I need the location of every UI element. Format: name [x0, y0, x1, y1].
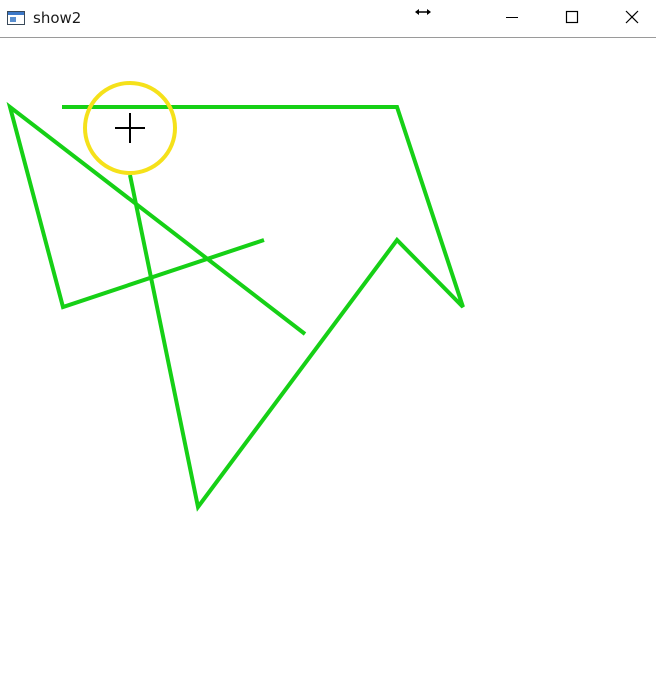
maximize-button[interactable]: [548, 0, 596, 37]
close-icon: [625, 9, 639, 28]
close-button[interactable]: [608, 0, 656, 37]
crosshair-cursor-icon: [115, 113, 145, 143]
title-bar[interactable]: show2: [0, 0, 656, 38]
minimize-icon: [505, 9, 519, 28]
drawing-canvas[interactable]: [0, 38, 656, 698]
drawing-surface[interactable]: [0, 38, 656, 698]
green-polyline: [62, 105, 465, 512]
window-app-icon[interactable]: [7, 10, 25, 25]
minimize-button[interactable]: [488, 0, 536, 37]
maximize-icon: [565, 9, 579, 28]
horizontal-resize-arrow-icon: [414, 4, 432, 18]
window-title: show2: [33, 9, 82, 27]
